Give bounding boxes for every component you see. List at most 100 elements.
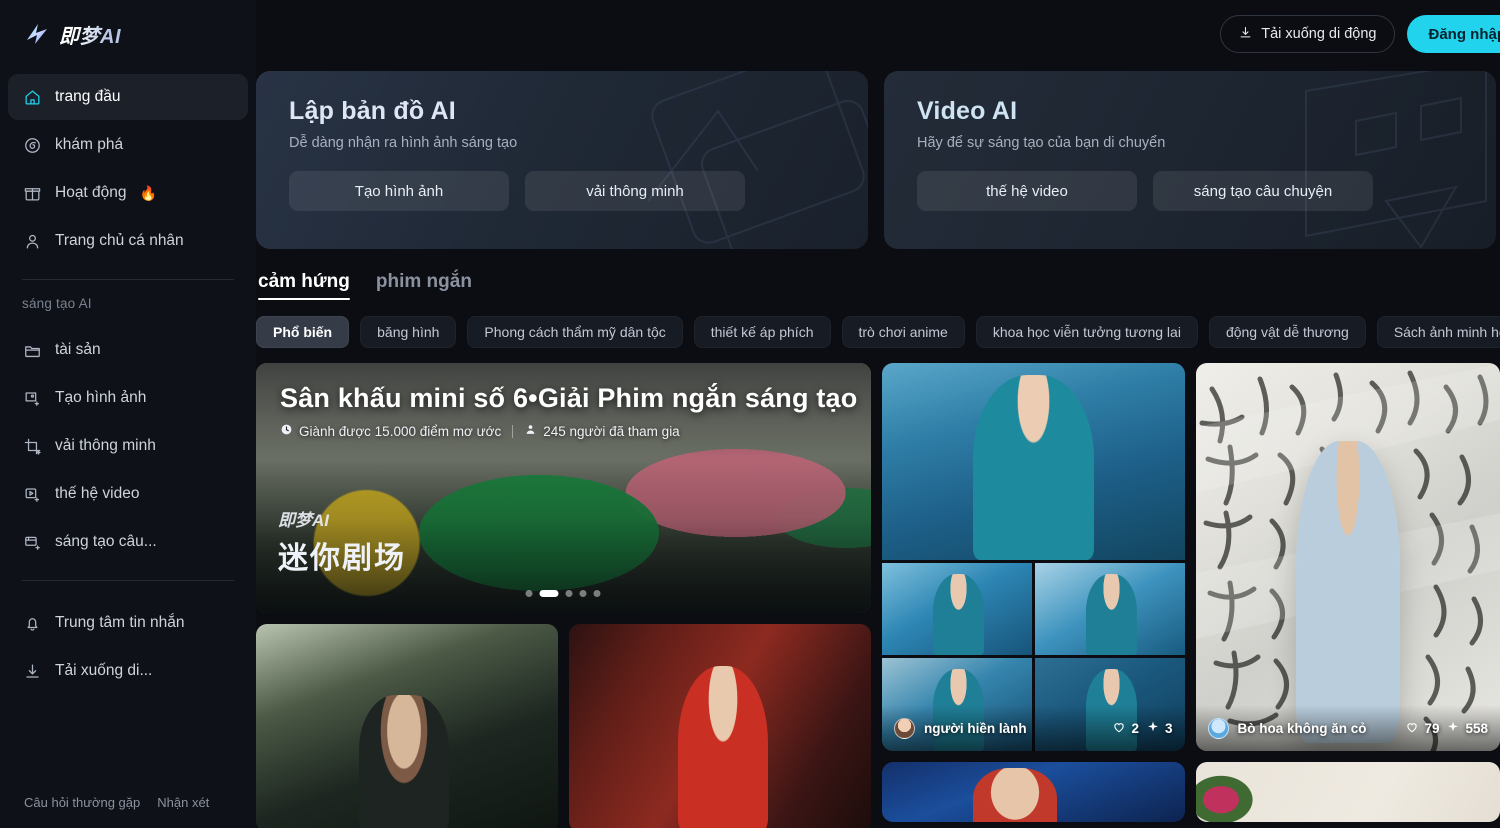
banner-video-ai[interactable]: Video AI Hãy để sự sáng tạo của bạn di c… xyxy=(884,71,1496,249)
hero-participants: 245 người đã tham gia xyxy=(524,423,680,439)
feedback-link[interactable]: Nhận xét xyxy=(157,795,209,810)
hero-watermark: 即梦AI 迷你剧场 xyxy=(278,506,406,577)
card-stats: 2 3 xyxy=(1112,720,1173,737)
sidebar-item-video-generation[interactable]: thế hệ video xyxy=(8,471,248,517)
spark-stat[interactable]: 3 xyxy=(1146,720,1173,737)
spark-count: 558 xyxy=(1465,720,1488,736)
feed-pair-row xyxy=(256,624,871,828)
sidebar-item-label: vải thông minh xyxy=(55,437,156,454)
sidebar-utility-nav: Trung tâm tin nhắn Tải xuống di... xyxy=(0,594,256,696)
sidebar-item-generate-image[interactable]: Tạo hình ảnh xyxy=(8,375,248,421)
banner-title: Video AI xyxy=(917,97,1018,125)
card-stats: 79 558 xyxy=(1405,720,1488,737)
banner-ai-mapping[interactable]: Lập bản đồ AI Dễ dàng nhận ra hình ảnh s… xyxy=(256,71,868,249)
login-button[interactable]: Đăng nhập xyxy=(1406,15,1500,53)
person-icon xyxy=(524,423,537,439)
hero-participants-label: 245 người đã tham gia xyxy=(543,423,680,439)
user-icon xyxy=(22,231,42,251)
sidebar-item-label: Tạo hình ảnh xyxy=(55,389,147,406)
sidebar-item-label: trang đầu xyxy=(55,88,121,105)
chip-anime-game[interactable]: trò chơi anime xyxy=(841,316,965,348)
sidebar-item-story-creation[interactable]: sáng tạo câu... xyxy=(8,519,248,565)
carousel-dot[interactable] xyxy=(565,590,573,597)
hero-reward-label: Giành được 15.000 điểm mơ ước xyxy=(299,423,502,439)
banner-action-smart-canvas[interactable]: vải thông minh xyxy=(525,171,745,211)
sidebar-item-home[interactable]: trang đầu xyxy=(8,74,248,120)
chip-picture-book[interactable]: Sách ảnh minh họa xyxy=(1376,316,1500,348)
compass-icon xyxy=(22,135,42,155)
collage-thumb xyxy=(1034,562,1185,656)
hero-reward: Giành được 15.000 điểm mơ ước xyxy=(280,423,501,439)
spark-stat[interactable]: 558 xyxy=(1446,720,1488,737)
banner-title: Lập bản đồ AI xyxy=(289,97,456,125)
banner-action-story-creation[interactable]: sáng tạo câu chuyện xyxy=(1153,171,1373,211)
folder-icon xyxy=(22,340,42,360)
sidebar-item-label: Trang chủ cá nhân xyxy=(55,232,184,249)
clock-icon xyxy=(280,423,293,439)
carousel-dot[interactable] xyxy=(593,590,601,597)
chip-scifi-future[interactable]: khoa học viễn tưởng tương lai xyxy=(975,316,1198,348)
banner-actions: thế hệ video sáng tạo câu chuyện xyxy=(917,171,1496,211)
spark-count: 3 xyxy=(1164,720,1173,736)
feed-card-rose-partial[interactable] xyxy=(1195,762,1500,822)
tab-inspiration[interactable]: cảm hứng xyxy=(258,271,350,300)
chip-ethnic-aesthetic[interactable]: Phong cách thẩm mỹ dân tộc xyxy=(467,316,683,348)
avatar[interactable] xyxy=(893,717,915,739)
tab-short-film[interactable]: phim ngắn xyxy=(376,271,472,300)
chip-cute-animals[interactable]: động vật dễ thương xyxy=(1208,316,1366,348)
download-icon xyxy=(22,661,42,681)
sidebar-item-label: sáng tạo câu... xyxy=(55,533,157,550)
sidebar-footer-links: Câu hỏi thường gặp Nhận xét xyxy=(24,795,209,810)
calligraphy-figure xyxy=(1295,440,1400,744)
video-plus-icon xyxy=(22,484,42,504)
sidebar-item-mobile-download[interactable]: Tải xuống di... xyxy=(8,648,248,694)
crop-sparkle-icon xyxy=(22,436,42,456)
download-mobile-label: Tải xuống di động xyxy=(1261,26,1377,42)
sidebar-item-explore[interactable]: khám phá xyxy=(8,122,248,168)
sidebar-item-smart-canvas[interactable]: vải thông minh xyxy=(8,423,248,469)
carousel-dot-active[interactable] xyxy=(539,590,559,597)
banner-subtitle: Hãy để sự sáng tạo của bạn di chuyển xyxy=(917,135,1166,151)
promo-banners: Lập bản đồ AI Dễ dàng nhận ra hình ảnh s… xyxy=(256,68,1500,249)
collage-row-2 xyxy=(881,562,1185,656)
feed-card-bride-portrait[interactable] xyxy=(569,624,871,828)
topbar: Tải xuống di động Đăng nhập xyxy=(256,0,1500,68)
download-mobile-button[interactable]: Tải xuống di động xyxy=(1220,15,1395,53)
sidebar-item-activity[interactable]: Hoạt động 🔥 xyxy=(8,170,248,216)
faq-link[interactable]: Câu hỏi thường gặp xyxy=(24,795,140,810)
banner-action-generate-image[interactable]: Tạo hình ảnh xyxy=(289,171,509,211)
collage-thumb xyxy=(881,562,1032,656)
sidebar: 即梦AI trang đầu khám phá Hoạt động 🔥 Tran… xyxy=(0,0,256,828)
download-icon xyxy=(1238,25,1253,44)
carousel-dot[interactable] xyxy=(525,590,533,597)
card-author-name: người hiền lành xyxy=(923,720,1027,736)
feed-card-blue-partial[interactable] xyxy=(881,762,1185,822)
like-stat[interactable]: 2 xyxy=(1112,720,1139,737)
like-count: 2 xyxy=(1131,720,1139,736)
feed-card-man-portrait[interactable] xyxy=(256,624,558,828)
chip-video[interactable]: băng hình xyxy=(360,316,457,348)
sidebar-item-assets[interactable]: tài sản xyxy=(8,327,248,373)
sidebar-item-message-center[interactable]: Trung tâm tin nhắn xyxy=(8,600,248,646)
hero-carousel-card[interactable]: Sân khấu mini số 6•Giải Phim ngắn sáng t… xyxy=(256,363,871,613)
chip-popular[interactable]: Phổ biến xyxy=(256,316,350,348)
sidebar-section-label: sáng tạo AI xyxy=(22,296,92,311)
feed-card-calligraphy[interactable]: Bò hoa không ăn cỏ 79 558 xyxy=(1195,363,1500,751)
image-plus-icon xyxy=(22,388,42,408)
fire-badge-icon: 🔥 xyxy=(139,185,157,201)
avatar[interactable] xyxy=(1207,717,1229,739)
carousel-dots[interactable] xyxy=(525,590,601,597)
banner-action-video-generation[interactable]: thế hệ video xyxy=(917,171,1137,211)
sidebar-divider-1 xyxy=(22,279,234,280)
star-spark-logo-icon xyxy=(24,21,50,47)
chip-poster-design[interactable]: thiết kế áp phích xyxy=(693,316,831,348)
brand-logo[interactable]: 即梦AI xyxy=(0,0,256,68)
bell-icon xyxy=(22,613,42,633)
hero-watermark-title: 迷你剧场 xyxy=(278,542,406,575)
banner-subtitle: Dễ dàng nhận ra hình ảnh sáng tạo xyxy=(289,135,518,151)
like-stat[interactable]: 79 xyxy=(1405,720,1439,737)
feed-card-swim-collage[interactable]: người hiền lành 2 3 xyxy=(881,363,1185,751)
sidebar-item-profile[interactable]: Trang chủ cá nhân xyxy=(8,218,248,264)
sidebar-item-label: Tải xuống di... xyxy=(55,662,153,679)
carousel-dot[interactable] xyxy=(579,590,587,597)
